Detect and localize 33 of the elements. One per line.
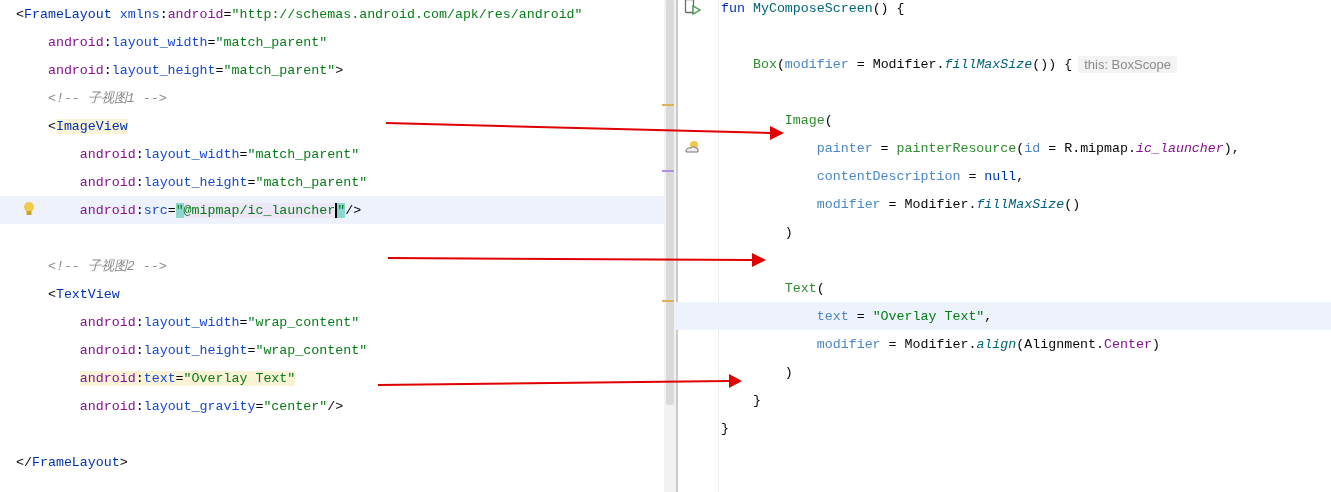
run-preview-icon[interactable] [684, 0, 702, 16]
code-line: android:layout_height="match_parent"> [46, 62, 344, 78]
code-line: } [721, 420, 729, 436]
code-line: modifier = Modifier.align(Alignment.Center) [815, 336, 1160, 352]
code-line: ) [783, 224, 793, 240]
inlay-hint: this: BoxScope [1078, 55, 1177, 73]
code-line: android:src="@mipmap/ic_launcher"/> [78, 202, 362, 218]
code-line: fun MyComposeScreen() { [721, 0, 905, 16]
code-line: <FrameLayout xmlns:android="http://schemas.android.com/apk/res/android" [16, 6, 583, 22]
scrollbar[interactable] [664, 0, 676, 492]
code-line: <TextView [46, 286, 120, 302]
code-line: } [751, 392, 761, 408]
code-line: android:layout_height="wrap_content" [78, 342, 368, 358]
code-line: <ImageView [46, 118, 128, 134]
code-line: android:layout_width="wrap_content" [78, 314, 360, 330]
code-line: <!-- 子视图2 --> [46, 258, 167, 275]
code-line: modifier = Modifier.fillMaxSize() [815, 196, 1081, 212]
image-preview-icon[interactable] [684, 140, 700, 154]
code-line: Text( [783, 280, 825, 296]
code-line: <!-- 子视图1 --> [46, 90, 167, 107]
code-line: android:text="Overlay Text" [78, 370, 296, 386]
code-line: Image( [783, 112, 833, 128]
code-line: Box(modifier = Modifier.fillMaxSize()) { [751, 56, 1073, 72]
code-line: android:layout_width="match_parent" [46, 34, 328, 50]
code-line: contentDescription = null, [815, 168, 1025, 184]
code-line: </FrameLayout> [16, 454, 128, 470]
code-line: android:layout_height="match_parent" [78, 174, 368, 190]
code-line: android:layout_width="match_parent" [78, 146, 360, 162]
code-line: android:layout_gravity="center"/> [78, 398, 344, 414]
code-line: ) [783, 364, 793, 380]
code-line: painter = painterResource(id = R.mipmap.ic_launcher), [815, 140, 1240, 156]
code-line: text = "Overlay Text", [815, 308, 993, 324]
lightbulb-icon[interactable] [23, 201, 35, 217]
